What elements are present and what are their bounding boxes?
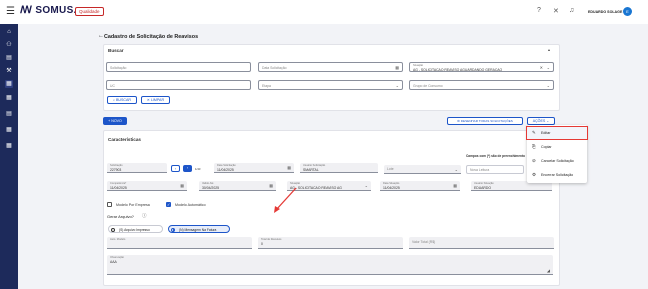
- username[interactable]: EDUARDO SOLAGE: [588, 10, 622, 14]
- tools-icon[interactable]: ✕: [553, 7, 559, 15]
- environment-badge: Qualidade: [75, 7, 104, 16]
- counter-text: 1/43: [195, 167, 201, 171]
- actions-menu: ✎ Editar ⎘ Copiar ⊘ Cancelar Solicitação…: [526, 125, 588, 183]
- modelo-empresa-checkbox[interactable]: [107, 202, 112, 207]
- help-icon[interactable]: ?: [537, 7, 541, 14]
- chevron-down-icon[interactable]: ⌄: [547, 83, 550, 88]
- calendar-icon[interactable]: ▦: [180, 183, 184, 188]
- nova-leitura-input[interactable]: Nova Leitura: [466, 165, 524, 174]
- copy-icon: ⎘: [532, 144, 536, 149]
- situacao-select[interactable]: Situação AG - SOLICITACAO REAVISO AGUARD…: [409, 62, 554, 72]
- limpar-button[interactable]: ✕ LIMPAR: [141, 96, 170, 104]
- next-button[interactable]: ›: [183, 165, 192, 172]
- opcao-mensagem-fatura[interactable]: (N) Mensagem Na Fatura: [168, 225, 230, 233]
- menu-icon[interactable]: ☰: [6, 6, 15, 17]
- total-reavisos-field[interactable]: Total de Reavisos 0: [258, 237, 403, 249]
- lote-select[interactable]: Lote ⌄: [384, 165, 461, 174]
- building-icon[interactable]: ▤: [5, 54, 13, 62]
- opcao-arquivo-impresso[interactable]: (S) Arquivo Impresso: [108, 225, 163, 233]
- info-icon[interactable]: ⓘ: [142, 213, 147, 219]
- menu-item-copiar[interactable]: ⎘ Copiar: [527, 141, 587, 153]
- calendar-icon[interactable]: ▦: [287, 165, 291, 170]
- modelo-automatico-label: Modelo Automático: [175, 203, 206, 207]
- settings-icon: ⚙: [532, 172, 536, 177]
- solicitacao-field[interactable]: Solicitação 227903: [107, 163, 167, 173]
- collapse-icon[interactable]: ▴: [548, 47, 550, 52]
- calendar-icon[interactable]: ▦: [395, 65, 399, 70]
- page-title: Cadastro de Solicitação de Reavisos: [104, 34, 199, 40]
- usuario-solicitacao-field[interactable]: Usuário Solicitação SMARTAL: [300, 163, 378, 173]
- cancel-icon: ⊘: [532, 158, 536, 163]
- chevron-down-icon[interactable]: ⌄: [455, 167, 458, 172]
- menu-item-encerrar[interactable]: ⚙ Encerrar Solicitação: [527, 169, 587, 181]
- menu-item-editar[interactable]: ✎ Editar: [526, 126, 588, 140]
- valor-total-field[interactable]: Valor Total (R$): [409, 237, 554, 249]
- calendar-icon[interactable]: ▦: [453, 183, 457, 188]
- list-icon[interactable]: ▤: [5, 110, 13, 118]
- sidebar: ⌂ ⚇ ▤ ⚒ ▦ ▦ ▤ ▦ ▦: [0, 24, 18, 289]
- solicitacao-input[interactable]: Solicitação: [106, 62, 251, 72]
- search-title: Buscar: [108, 48, 124, 53]
- users-icon[interactable]: ⚇: [5, 41, 13, 49]
- characteristics-title: Características: [108, 137, 141, 142]
- chevron-down-icon[interactable]: ⌄: [396, 83, 399, 88]
- edit-icon: ✎: [532, 130, 536, 135]
- observacao-field[interactable]: Observação AAA ◢: [107, 255, 553, 275]
- annotation-arrow: [274, 187, 297, 213]
- somus-logo: ꟿ SOMUS.: [20, 5, 77, 16]
- modelo-empresa-label: Modelo Por Empresa: [116, 203, 150, 207]
- desenhar-button[interactable]: ⚙ DESENHAR TODAS SOLICITAÇÕES: [447, 117, 523, 125]
- auto-modelo-field[interactable]: Auto. Modelo: [107, 237, 252, 249]
- resize-handle-icon[interactable]: ◢: [547, 268, 550, 273]
- chart-icon[interactable]: ▦: [5, 142, 13, 150]
- clear-icon[interactable]: ✕: [540, 65, 543, 70]
- novo-button[interactable]: + NOVO: [103, 117, 127, 125]
- bell-icon[interactable]: ♫: [569, 7, 574, 14]
- grid-icon[interactable]: ▦: [5, 94, 13, 102]
- grupo-consumo-select[interactable]: Grupo de Consumo ⌄: [409, 80, 554, 90]
- data-situacao-field[interactable]: Data Situação 11/04/2025 ▦: [380, 181, 460, 191]
- document-icon[interactable]: ▦: [5, 80, 13, 88]
- data-solicitacao-field[interactable]: Data Solicitação 11/04/2025 ▦: [214, 163, 294, 173]
- chevron-down-icon: ⌄: [545, 119, 550, 123]
- chevron-down-icon[interactable]: ⌄: [365, 183, 368, 188]
- etapa-select[interactable]: Etapa ⌄: [258, 80, 403, 90]
- required-note: Campos com (*) são de preenchimento: [466, 154, 525, 158]
- top-bar: ☰ ꟿ SOMUS. Qualidade ? ✕ ♫ EDUARDO SOLAG…: [0, 0, 648, 25]
- gerar-arquivo-label: Gerar Arquivo?: [107, 214, 134, 219]
- valido-ate-field[interactable]: Valido Até 30/04/2025 ▦: [199, 181, 276, 191]
- chevron-down-icon[interactable]: ⌄: [547, 65, 550, 70]
- search-card: [103, 44, 560, 111]
- acoes-button[interactable]: AÇÕES ⌄: [527, 117, 555, 125]
- calendar-icon[interactable]: ▦: [5, 126, 13, 134]
- menu-item-cancelar[interactable]: ⊘ Cancelar Solicitação: [527, 155, 587, 167]
- modelo-automatico-checkbox[interactable]: ✓: [166, 202, 171, 207]
- buscar-button[interactable]: ⌕ BUSCAR: [107, 96, 137, 104]
- data-solicitacao-input[interactable]: Data Solicitação ▦: [258, 62, 403, 72]
- prev-button[interactable]: ‹: [171, 165, 180, 172]
- competencia-field[interactable]: Competência* 11/04/2025 ▦: [107, 181, 187, 191]
- tools-icon[interactable]: ⚒: [5, 67, 13, 75]
- uc-input[interactable]: UC: [106, 80, 251, 90]
- home-icon[interactable]: ⌂: [5, 28, 13, 36]
- avatar[interactable]: E: [623, 7, 632, 16]
